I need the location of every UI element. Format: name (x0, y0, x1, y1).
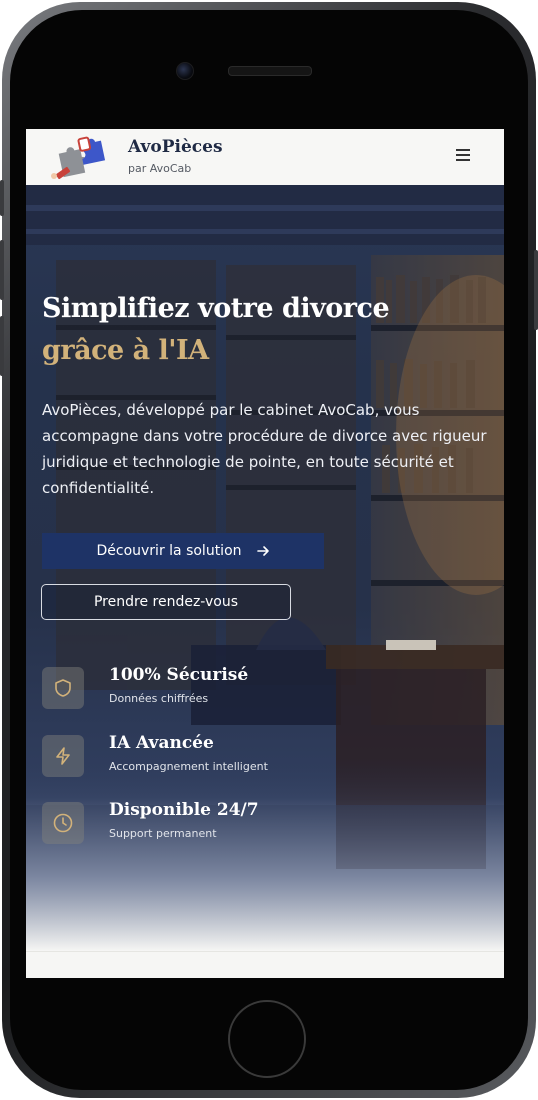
feature-title: Disponible 24/7 (109, 800, 259, 820)
book-appointment-button[interactable]: Prendre rendez-vous (41, 584, 291, 620)
screen: AvoPièces par AvoCab Simplifiez votre di… (26, 129, 504, 978)
hero-title-line1: Simplifiez votre divorce (42, 293, 390, 324)
feature-subtitle: Accompagnement intelligent (109, 760, 268, 773)
feature-secure: 100% Sécurisé Données chiffrées (42, 665, 462, 711)
feature-title: IA Avancée (109, 733, 214, 753)
puzzle-logo-icon[interactable] (42, 132, 112, 184)
volume-up-button (0, 240, 4, 300)
clock-icon (42, 802, 84, 844)
feature-subtitle: Données chiffrées (109, 692, 209, 705)
front-camera (176, 62, 194, 80)
shield-icon (42, 667, 84, 709)
power-button (534, 250, 538, 330)
brand-subtitle: par AvoCab (128, 162, 192, 175)
hero-description: AvoPièces, développé par le cabinet AvoC… (42, 401, 487, 497)
volume-down-button (0, 316, 4, 376)
hamburger-menu-icon[interactable] (452, 146, 474, 168)
next-section-edge (26, 951, 504, 978)
discover-solution-button[interactable]: Découvrir la solution (42, 533, 324, 569)
discover-solution-label: Découvrir la solution (96, 543, 242, 559)
feature-available: Disponible 24/7 Support permanent (42, 800, 462, 846)
feature-title: 100% Sécurisé (109, 665, 249, 685)
feature-subtitle: Support permanent (109, 827, 217, 840)
brand-title[interactable]: AvoPièces (128, 137, 223, 157)
lightning-icon (42, 735, 84, 777)
mute-switch (0, 180, 4, 216)
earpiece-speaker (228, 66, 312, 76)
hero-section: Simplifiez votre divorce grâce à l'IA Av… (26, 185, 504, 951)
home-button[interactable] (228, 1000, 306, 1078)
feature-ai: IA Avancée Accompagnement intelligent (42, 733, 462, 779)
hero-title-line2: grâce à l'IA (42, 335, 209, 366)
arrow-right-icon (256, 546, 269, 556)
site-header: AvoPièces par AvoCab (26, 129, 504, 186)
